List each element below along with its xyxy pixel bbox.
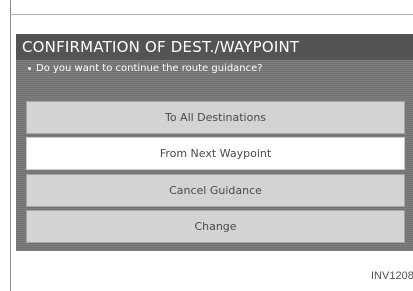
to-all-destinations-button[interactable]: To All Destinations xyxy=(26,101,405,134)
from-next-waypoint-button[interactable]: From Next Waypoint xyxy=(26,137,405,170)
confirmation-dialog: CONFIRMATION OF DEST./WAYPOINT Do you wa… xyxy=(16,34,413,251)
cancel-guidance-button[interactable]: Cancel Guidance xyxy=(26,174,405,207)
bullet-icon xyxy=(28,66,31,70)
dialog-title: CONFIRMATION OF DEST./WAYPOINT xyxy=(16,34,413,60)
dialog-question: Do you want to continue the route guidan… xyxy=(28,62,263,76)
change-button[interactable]: Change xyxy=(26,210,405,243)
figure-code: INV1208 xyxy=(371,270,413,282)
frame-top-line xyxy=(10,14,413,15)
question-text: Do you want to continue the route guidan… xyxy=(36,63,263,74)
